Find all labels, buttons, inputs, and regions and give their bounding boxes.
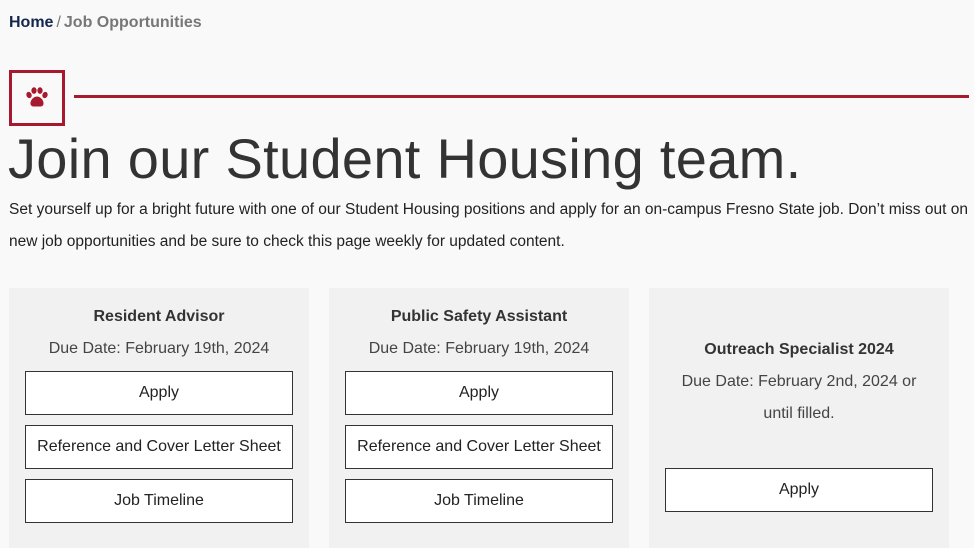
breadcrumb: Home / Job Opportunities [9, 14, 202, 32]
job-title: Outreach Specialist 2024 [704, 341, 894, 358]
reference-cover-letter-button[interactable]: Reference and Cover Letter Sheet [345, 425, 613, 469]
paw-badge [9, 70, 65, 126]
breadcrumb-separator: / [56, 14, 61, 31]
apply-button[interactable]: Apply [665, 468, 933, 512]
breadcrumb-current: Job Opportunities [63, 14, 202, 31]
intro-text: Set yourself up for a bright future with… [9, 201, 968, 250]
job-card-outreach-specialist: Outreach Specialist 2024 Due Date: Febru… [649, 288, 949, 548]
page-title: Join our Student Housing team. [8, 127, 802, 190]
job-card-resident-advisor: Resident Advisor Due Date: February 19th… [9, 288, 309, 548]
paw-icon [26, 87, 48, 107]
job-card-public-safety-assistant: Public Safety Assistant Due Date: Februa… [329, 288, 629, 548]
header-divider [74, 95, 969, 98]
breadcrumb-home-link[interactable]: Home [9, 14, 53, 31]
job-timeline-button[interactable]: Job Timeline [25, 479, 293, 523]
job-title: Resident Advisor [93, 308, 225, 325]
apply-button[interactable]: Apply [25, 371, 293, 415]
due-date: Due Date: February 2nd, 2024 or until fi… [681, 373, 917, 422]
apply-button[interactable]: Apply [345, 371, 613, 415]
due-date: Due Date: February 19th, 2024 [368, 340, 590, 357]
job-timeline-button[interactable]: Job Timeline [345, 479, 613, 523]
due-date: Due Date: February 19th, 2024 [48, 340, 270, 357]
job-title: Public Safety Assistant [390, 308, 568, 325]
reference-cover-letter-button[interactable]: Reference and Cover Letter Sheet [25, 425, 293, 469]
